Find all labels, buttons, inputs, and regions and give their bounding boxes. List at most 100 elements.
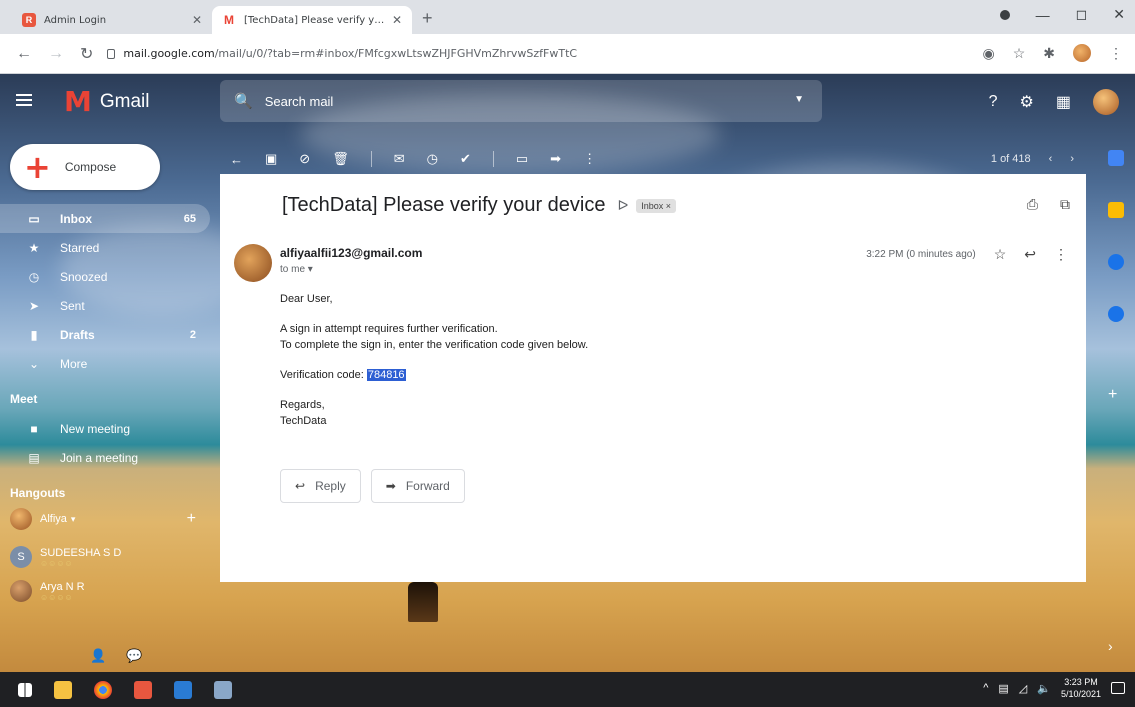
contacts-icon[interactable]	[1108, 306, 1124, 322]
maximize-button[interactable]: ◻	[1076, 6, 1088, 23]
record-icon[interactable]	[999, 9, 1010, 20]
star-icon[interactable]: ☆	[994, 246, 1007, 263]
gmail-logo[interactable]: M Gmail	[64, 88, 150, 116]
expand-panel-icon[interactable]: ›	[1108, 638, 1124, 654]
url-field[interactable]: mail.google.com/mail/u/0/?tab=rm#inbox/F…	[107, 47, 577, 60]
vscode-icon[interactable]	[174, 680, 192, 699]
sender-email[interactable]: alfiyaalfii123@gmail.com	[280, 246, 422, 260]
tab-title: Admin Login	[44, 14, 107, 26]
email-body: Dear User, A sign in attempt requires fu…	[280, 291, 588, 429]
join-meeting-label: Join a meeting	[60, 450, 139, 465]
forward-button[interactable]: ➡ Forward	[370, 469, 465, 503]
importance-marker-icon[interactable]: ᐅ	[618, 197, 629, 214]
reply-icon[interactable]: ↩	[1024, 246, 1036, 263]
join-meeting-item[interactable]: ▤ Join a meeting	[0, 443, 210, 472]
new-tab-button[interactable]: +	[422, 8, 433, 29]
gmail-logo-text: Gmail	[99, 91, 150, 112]
tab-admin-login[interactable]: R Admin Login ✕	[12, 6, 212, 34]
battery-icon[interactable]: ◿	[1019, 682, 1027, 695]
clock[interactable]: 3:23 PM 5/10/2021	[1061, 676, 1101, 700]
report-spam-icon[interactable]: ⊘	[299, 151, 310, 167]
search-icon[interactable]: 🔍	[234, 92, 253, 110]
close-window-button[interactable]: ✕	[1113, 6, 1125, 23]
account-avatar[interactable]	[1093, 89, 1119, 115]
sidebar-item-more[interactable]: ⌄ More	[0, 349, 210, 378]
tray-expand-icon[interactable]: ^	[983, 682, 988, 694]
hangouts-contact-name: SUDEESHA S D	[40, 546, 122, 559]
hangouts-user-name: Alfiya	[40, 513, 67, 525]
delete-icon[interactable]: 🗑	[332, 151, 349, 167]
tasks-icon[interactable]	[1108, 254, 1124, 270]
add-task-icon[interactable]: ✔	[460, 151, 471, 167]
verification-code[interactable]: 784816	[366, 369, 406, 381]
back-to-inbox-icon[interactable]: ←	[230, 152, 243, 167]
tab-gmail-verify[interactable]: M [TechData] Please verify your dev ✕	[212, 6, 412, 34]
clock-icon: ◷	[28, 269, 40, 284]
windows-start-icon[interactable]	[18, 682, 32, 697]
sidebar-item-inbox[interactable]: ▭ Inbox 65	[0, 204, 210, 233]
chat-bubble-icon[interactable]: 💬	[126, 648, 142, 664]
help-icon[interactable]: ?	[989, 93, 998, 111]
close-tab-icon[interactable]: ✕	[392, 13, 402, 27]
apps-grid-icon[interactable]: ▦	[1056, 92, 1071, 112]
chrome-icon[interactable]	[94, 680, 112, 699]
move-to-icon[interactable]: ▭	[516, 151, 528, 167]
app-icon[interactable]	[134, 680, 152, 699]
eye-icon[interactable]: ◉	[982, 45, 994, 62]
print-icon[interactable]: ⎙	[1027, 196, 1038, 213]
profile-avatar[interactable]	[1073, 44, 1091, 62]
mark-unread-icon[interactable]: ✉	[394, 151, 405, 167]
archive-icon[interactable]: ▣	[265, 151, 277, 167]
sidebar-item-label: More	[60, 356, 88, 371]
volume-icon[interactable]: 🔈	[1037, 682, 1051, 695]
notifications-icon[interactable]	[1111, 682, 1125, 694]
more-options-icon[interactable]: ⋮	[1054, 246, 1068, 263]
add-addon-icon[interactable]: +	[1108, 386, 1124, 403]
network-icon[interactable]: ▤	[998, 682, 1008, 695]
hangouts-user-self[interactable]: Alfiya ▾ +	[0, 506, 210, 532]
newer-icon[interactable]: ‹	[1049, 153, 1053, 165]
calendar-icon[interactable]	[1108, 150, 1124, 166]
new-meeting-item[interactable]: ■ New meeting	[0, 414, 210, 443]
search-input[interactable]	[264, 93, 765, 109]
sidebar-item-drafts[interactable]: ▮ Drafts 2	[0, 320, 210, 349]
close-tab-icon[interactable]: ✕	[192, 13, 202, 27]
inbox-label-chip[interactable]: Inbox ×	[636, 198, 677, 213]
sidebar-item-starred[interactable]: ★ Starred	[0, 233, 210, 262]
settings-gear-icon[interactable]: ⚙	[1020, 92, 1034, 112]
bookmark-star-icon[interactable]: ☆	[1013, 45, 1026, 62]
sidebar-item-sent[interactable]: ➤ Sent	[0, 291, 210, 320]
reply-button[interactable]: ↩ Reply	[280, 469, 361, 503]
older-icon[interactable]: ›	[1070, 153, 1074, 165]
beach-figure	[408, 582, 438, 622]
keep-icon[interactable]	[1108, 202, 1124, 218]
reload-icon[interactable]: ↻	[80, 44, 93, 64]
sidebar-item-snoozed[interactable]: ◷ Snoozed	[0, 262, 210, 291]
add-contact-icon[interactable]: +	[187, 510, 196, 528]
search-options-icon[interactable]: ▼	[794, 94, 804, 105]
browser-menu-icon[interactable]: ⋮	[1109, 45, 1123, 62]
hangouts-contact[interactable]: Arya N R ☺☺☺☺	[0, 574, 210, 608]
app-icon[interactable]	[214, 680, 232, 699]
label-icon[interactable]: ➡	[550, 151, 561, 167]
forward-icon[interactable]: →	[48, 45, 64, 63]
status-chevron-icon[interactable]: ▾	[71, 514, 76, 525]
snooze-icon[interactable]: ◷	[427, 151, 438, 167]
hangouts-contact[interactable]: S SUDEESHA S D ☺☺☺☺	[0, 540, 210, 574]
forward-icon: ➡	[385, 479, 396, 493]
sender-avatar[interactable]	[234, 244, 272, 282]
back-icon[interactable]: ←	[16, 45, 32, 63]
hangouts-contact-status: ☺☺☺☺	[40, 592, 73, 602]
more-actions-icon[interactable]: ⋮	[583, 151, 596, 167]
main-menu-icon[interactable]	[16, 94, 32, 109]
file-explorer-icon[interactable]	[54, 680, 72, 699]
sidebar-item-label: Starred	[60, 240, 100, 255]
hangouts-contact-status: ☺☺☺☺	[40, 558, 73, 568]
person-icon[interactable]: 👤	[90, 648, 106, 664]
gmail-header: M Gmail 🔍 ▼ ? ⚙ ▦	[0, 74, 1135, 128]
minimize-button[interactable]: —	[1036, 7, 1050, 23]
recipient-dropdown[interactable]: to me ▾	[280, 264, 313, 275]
open-new-window-icon[interactable]: ⧉	[1060, 196, 1070, 213]
extensions-icon[interactable]: ✱	[1043, 45, 1055, 62]
compose-button[interactable]: + Compose	[10, 144, 160, 190]
